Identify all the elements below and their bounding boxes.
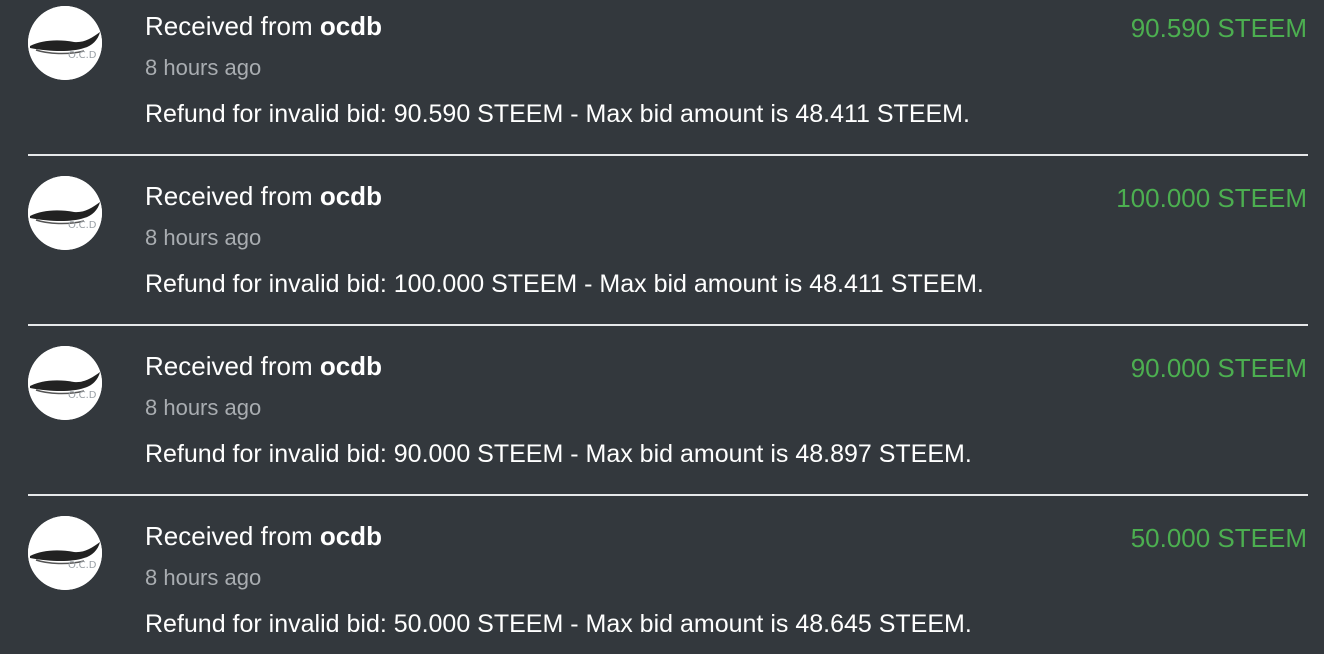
title-prefix: Received from bbox=[145, 181, 320, 211]
svg-text:O.C.D: O.C.D bbox=[68, 220, 97, 231]
transaction-row: O.C.D Received from ocdb 8 hours ago Ref… bbox=[0, 170, 1324, 340]
title-prefix: Received from bbox=[145, 521, 320, 551]
whale-logo-icon: O.C.D bbox=[28, 176, 102, 250]
transaction-memo: Refund for invalid bid: 90.590 STEEM - M… bbox=[145, 100, 970, 128]
ocdb-avatar[interactable]: O.C.D bbox=[28, 346, 102, 420]
row-divider bbox=[28, 324, 1308, 326]
row-divider bbox=[28, 154, 1308, 156]
transaction-row: O.C.D Received from ocdb 8 hours ago Ref… bbox=[0, 340, 1324, 510]
whale-logo-icon: O.C.D bbox=[28, 346, 102, 420]
transaction-row: O.C.D Received from ocdb 8 hours ago Ref… bbox=[0, 0, 1324, 170]
transaction-amount: 90.590 STEEM bbox=[1130, 13, 1307, 43]
title-prefix: Received from bbox=[145, 11, 320, 41]
ocdb-avatar[interactable]: O.C.D bbox=[28, 516, 102, 590]
transaction-memo: Refund for invalid bid: 90.000 STEEM - M… bbox=[145, 440, 972, 468]
transaction-memo: Refund for invalid bid: 50.000 STEEM - M… bbox=[145, 610, 972, 638]
svg-text:O.C.D: O.C.D bbox=[68, 50, 97, 61]
transaction-time: 8 hours ago bbox=[145, 565, 262, 590]
row-divider bbox=[28, 494, 1308, 496]
title-prefix: Received from bbox=[145, 351, 320, 381]
ocdb-avatar[interactable]: O.C.D bbox=[28, 6, 102, 80]
svg-text:O.C.D: O.C.D bbox=[68, 390, 97, 401]
transaction-title: Received from ocdb bbox=[145, 350, 382, 382]
transaction-list: O.C.D Received from ocdb 8 hours ago Ref… bbox=[0, 0, 1324, 654]
sender-link[interactable]: ocdb bbox=[320, 11, 382, 41]
sender-link[interactable]: ocdb bbox=[320, 521, 382, 551]
transaction-amount: 100.000 STEEM bbox=[1116, 183, 1307, 213]
whale-logo-icon: O.C.D bbox=[28, 6, 102, 80]
whale-logo-icon: O.C.D bbox=[28, 516, 102, 590]
svg-text:O.C.D: O.C.D bbox=[68, 560, 97, 571]
transaction-time: 8 hours ago bbox=[145, 395, 262, 420]
transaction-title: Received from ocdb bbox=[145, 520, 382, 552]
sender-link[interactable]: ocdb bbox=[320, 351, 382, 381]
ocdb-avatar[interactable]: O.C.D bbox=[28, 176, 102, 250]
transaction-time: 8 hours ago bbox=[145, 55, 262, 80]
transaction-row: O.C.D Received from ocdb 8 hours ago Ref… bbox=[0, 510, 1324, 654]
transaction-title: Received from ocdb bbox=[145, 10, 382, 42]
transaction-time: 8 hours ago bbox=[145, 225, 262, 250]
transaction-title: Received from ocdb bbox=[145, 180, 382, 212]
sender-link[interactable]: ocdb bbox=[320, 181, 382, 211]
transaction-amount: 90.000 STEEM bbox=[1130, 353, 1307, 383]
transaction-amount: 50.000 STEEM bbox=[1130, 523, 1307, 553]
transaction-memo: Refund for invalid bid: 100.000 STEEM - … bbox=[145, 270, 984, 298]
